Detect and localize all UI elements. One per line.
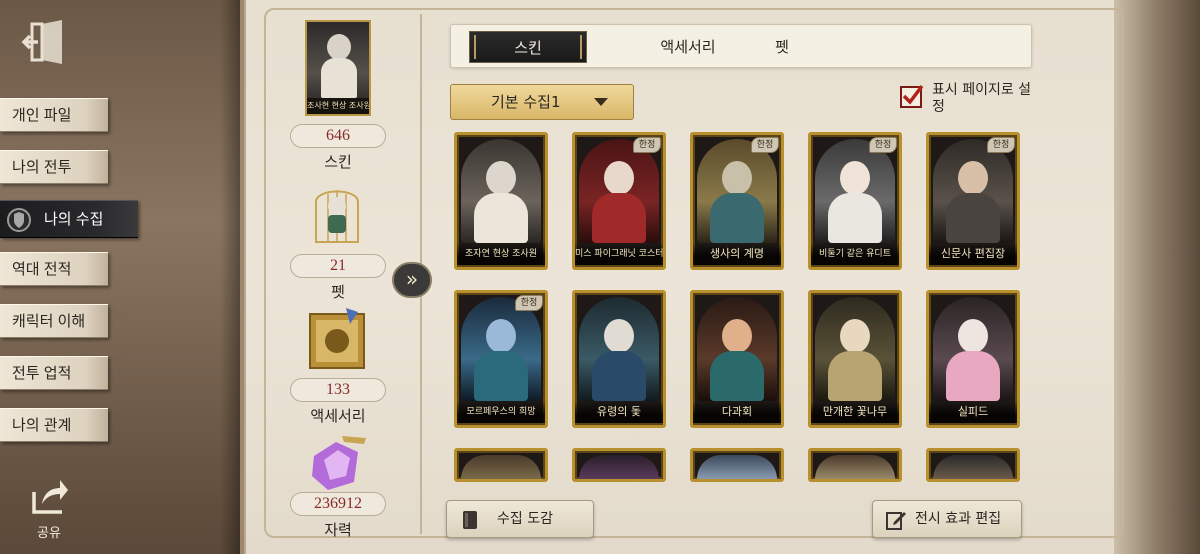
nav-item-character-insight[interactable]: 캐릭터 이해 xyxy=(0,304,108,338)
skin-card-name: 생사의 계명 xyxy=(693,243,781,265)
skin-card-name: 비둘기 같은 유디트 xyxy=(811,243,899,265)
skin-card[interactable]: 한정 미스 파이그래닛 코스터 xyxy=(572,132,666,270)
share-icon xyxy=(32,480,68,514)
material-label: 자력 xyxy=(324,521,352,539)
display-effect-edit-label: 전시 효과 편집 xyxy=(915,511,1002,527)
tab-skin[interactable]: 스킨 xyxy=(469,31,587,63)
nav-item-history[interactable]: 역대 전적 xyxy=(0,252,108,286)
pet-label: 펫 xyxy=(331,283,345,301)
tab-pet[interactable]: 펫 xyxy=(723,31,841,63)
edit-icon xyxy=(886,512,906,530)
skin-card[interactable]: 조자연 현상 조사원 xyxy=(454,132,548,270)
book-icon xyxy=(463,511,477,529)
skin-card[interactable] xyxy=(454,448,548,482)
double-chevron-right-icon: » xyxy=(405,267,419,291)
limited-badge: 한정 xyxy=(869,137,897,153)
category-tabs: 스킨 액세서리 펫 xyxy=(450,24,1032,68)
exit-button[interactable] xyxy=(18,16,70,70)
skin-card-name: 만개한 꽃나무 xyxy=(811,401,899,423)
featured-skin-caption: 조사현 현상 조사원 xyxy=(307,98,369,114)
checkmark-icon xyxy=(902,84,923,105)
nav-item-my-collection[interactable]: 나의 수집 xyxy=(0,200,138,238)
skin-card-name: 모르페우스의 희망 xyxy=(457,401,545,423)
material-thumbnail[interactable] xyxy=(306,432,368,496)
skin-card-grid: 조자연 현상 조사원 한정 미스 파이그래닛 코스터 한정 생사의 계명 한정 … xyxy=(450,130,1030,482)
skin-card[interactable]: 한정 모르페우스의 희망 xyxy=(454,290,548,428)
limited-badge: 한정 xyxy=(633,137,661,153)
exit-door-icon xyxy=(21,20,62,64)
skin-card[interactable] xyxy=(926,448,1020,482)
skin-card-name: 미스 파이그래닛 코스터 xyxy=(575,243,663,265)
accessory-thumbnail[interactable] xyxy=(306,306,368,370)
skin-card-name: 다과회 xyxy=(693,401,781,423)
display-effect-edit-button[interactable]: 전시 효과 편집 xyxy=(872,500,1022,538)
nav-item-my-battles[interactable]: 나의 전투 xyxy=(0,150,108,184)
skin-card[interactable]: 만개한 꽃나무 xyxy=(808,290,902,428)
skin-card[interactable]: 실피드 xyxy=(926,290,1020,428)
skin-card[interactable]: 유령의 돛 xyxy=(572,290,666,428)
skin-card[interactable]: 한정 신문사 편집장 xyxy=(926,132,1020,270)
display-page-checkbox[interactable] xyxy=(900,84,923,108)
pet-count: 21 xyxy=(290,254,386,278)
skin-card-name: 유령의 돛 xyxy=(575,401,663,423)
collection-guide-button[interactable]: 수집 도감 xyxy=(446,500,594,538)
nav-item-label: 나의 수집 xyxy=(44,211,104,228)
skin-card-name: 실피드 xyxy=(929,401,1017,423)
featured-skin-portrait[interactable]: 조사현 현상 조사원 xyxy=(305,20,371,116)
share-label: 공유 xyxy=(37,526,61,541)
skin-card-name: 신문사 편집장 xyxy=(929,243,1017,265)
collection-filter-dropdown[interactable]: 기본 수집1 xyxy=(450,84,634,120)
skin-card[interactable] xyxy=(690,448,784,482)
skin-card[interactable]: 한정 생사의 계명 xyxy=(690,132,784,270)
skin-card[interactable] xyxy=(572,448,666,482)
nav-item-battle-achievements[interactable]: 전투 업적 xyxy=(0,356,108,390)
accessory-stamp-icon xyxy=(309,308,365,369)
pet-cage-icon xyxy=(315,190,359,243)
skin-card[interactable]: 한정 비둘기 같은 유디트 xyxy=(808,132,902,270)
dropdown-selected-value: 기본 수집1 xyxy=(491,93,561,111)
nav-item-my-relations[interactable]: 나의 관계 xyxy=(0,408,108,442)
limited-badge: 한정 xyxy=(751,137,779,153)
accessory-label: 액세서리 xyxy=(310,407,366,425)
skin-card[interactable] xyxy=(808,448,902,482)
panel-edge-shadow xyxy=(1114,0,1200,554)
skin-label: 스킨 xyxy=(324,153,352,171)
accessory-count: 133 xyxy=(290,378,386,402)
collection-emblem-icon xyxy=(7,208,31,232)
pet-cage-thumbnail[interactable] xyxy=(306,180,368,244)
skin-count: 646 xyxy=(290,124,386,148)
skin-card-name: 조자연 현상 조사원 xyxy=(457,243,545,265)
crystal-icon xyxy=(312,436,366,490)
collection-guide-label: 수집 도감 xyxy=(497,511,553,527)
display-page-label: 표시 페이지로 설정 xyxy=(932,82,1032,115)
share-button[interactable]: 공유 xyxy=(22,476,76,542)
material-count: 236912 xyxy=(290,492,386,516)
chevron-down-icon xyxy=(594,98,608,106)
limited-badge: 한정 xyxy=(987,137,1015,153)
skin-card[interactable]: 다과회 xyxy=(690,290,784,428)
nav-item-personal-file[interactable]: 개인 파일 xyxy=(0,98,108,132)
limited-badge: 한정 xyxy=(515,295,543,311)
expand-arrow-button[interactable]: » xyxy=(392,262,432,298)
